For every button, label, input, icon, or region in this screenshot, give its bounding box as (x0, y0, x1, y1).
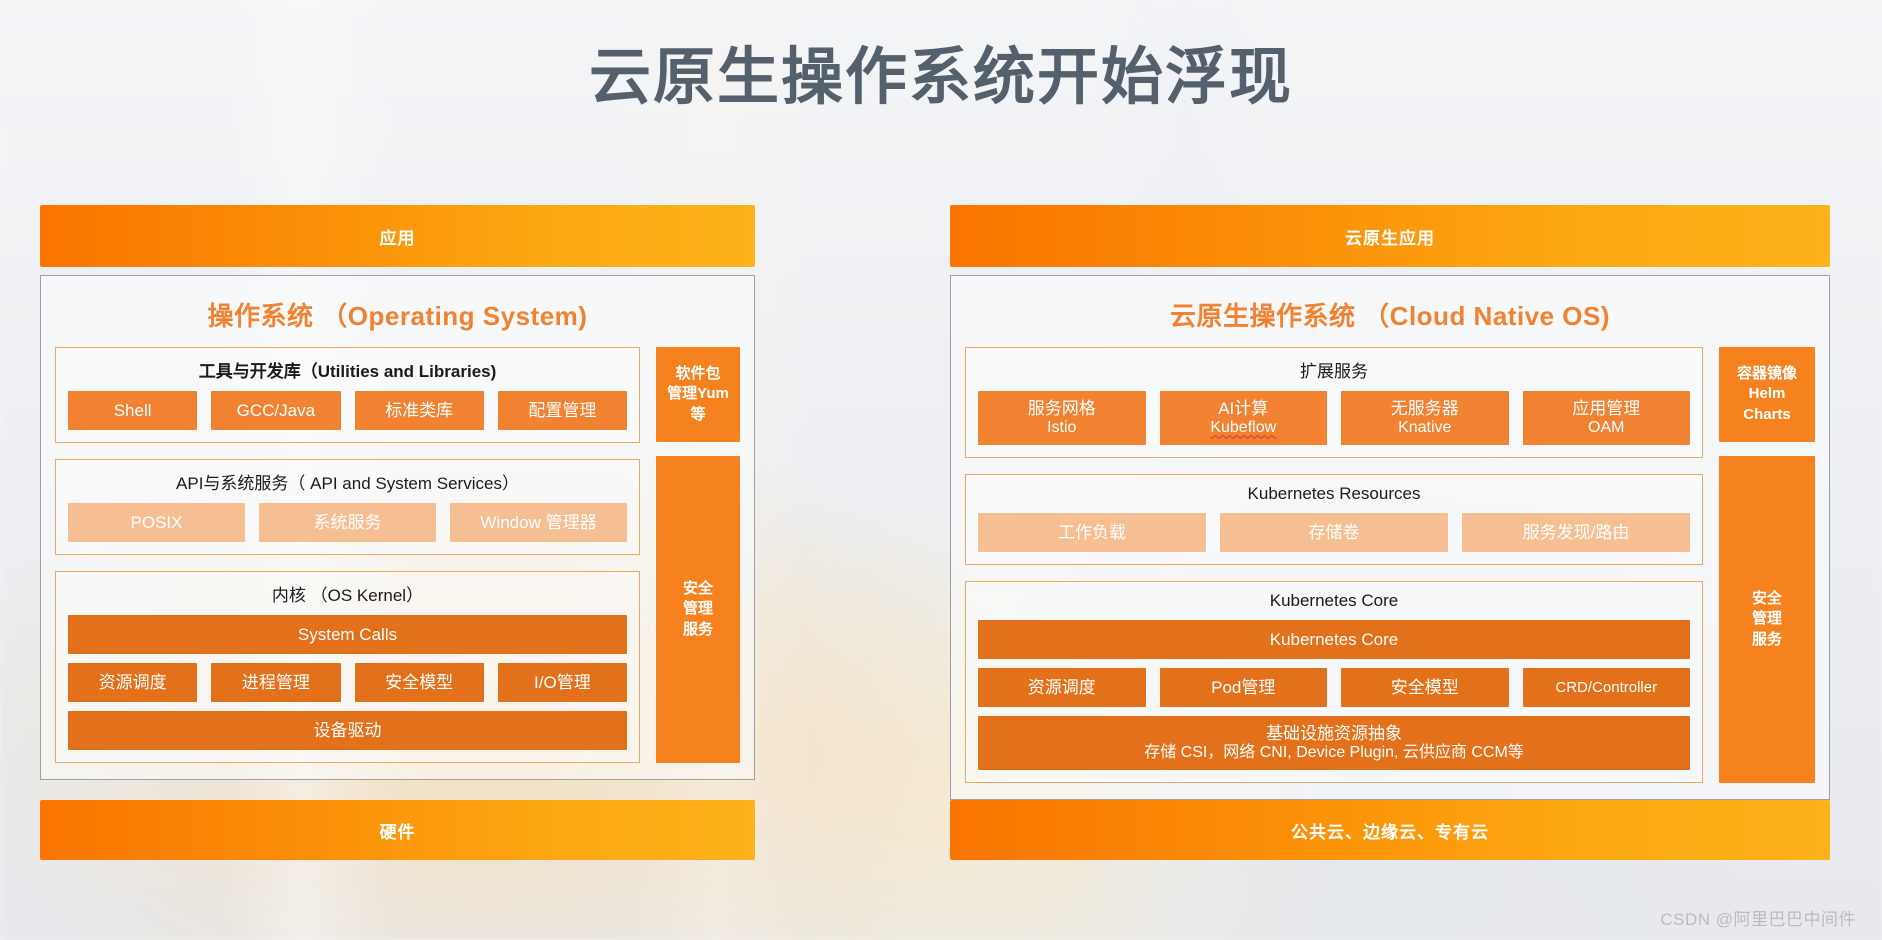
service-mesh-line-1: 服务网格 (1027, 399, 1096, 419)
chip-infrastructure-abstraction[interactable]: 基础设施资源抽象 存储 CSI，网络 CNI, Device Plugin, 云… (978, 716, 1690, 770)
slide-page: 云原生操作系统开始浮现 应用 操作系统 （Operating System) 工… (0, 0, 1882, 940)
left-panel: 应用 操作系统 （Operating System) 工具与开发库（Utilit… (40, 205, 755, 780)
chip-workloads[interactable]: 工作负载 (978, 513, 1206, 552)
container-image-line-3: Charts (1743, 405, 1791, 423)
package-line-1: 软件包 (675, 365, 721, 383)
side-box-security-management-right[interactable]: 安全 管理 服务 (1719, 456, 1815, 783)
chip-system-calls[interactable]: System Calls (68, 615, 627, 654)
chip-kubernetes-core[interactable]: Kubernetes Core (978, 620, 1690, 659)
chip-shell[interactable]: Shell (68, 391, 198, 430)
security-right-line-3: 服务 (1751, 630, 1782, 648)
chip-io-management[interactable]: I/O管理 (497, 663, 627, 702)
chip-config-management[interactable]: 配置管理 (497, 391, 627, 430)
group-utilities-row: Shell GCC/Java 标准类库 配置管理 (68, 391, 627, 430)
left-side-column: 软件包 管理Yum 等 安全 管理 服务 (656, 347, 740, 763)
left-os-title: 操作系统 （Operating System) (207, 301, 588, 331)
security-right-line-1: 安全 (1751, 590, 1782, 608)
kernel-row-drivers: 设备驱动 (68, 711, 627, 750)
chip-pod-management[interactable]: Pod管理 (1159, 668, 1327, 707)
chip-resource-scheduling[interactable]: 资源调度 (68, 663, 198, 702)
group-extension-services-title: 扩展服务 (1300, 362, 1368, 381)
group-os-kernel-title: 内核 （OS Kernel） (271, 586, 424, 605)
group-extension-services-row: 服务网格 Istio AI计算 Kubeflow 无服务器 Knative 应用… (978, 391, 1690, 445)
left-os-box: 操作系统 （Operating System) 工具与开发库（Utilities… (40, 275, 755, 780)
app-management-line-2: OAM (1588, 418, 1625, 436)
side-box-container-image[interactable]: 容器镜像 Helm Charts (1719, 347, 1815, 442)
chip-app-management[interactable]: 应用管理 OAM (1522, 391, 1690, 445)
group-utilities-title: 工具与开发库（Utilities and Libraries) (198, 362, 497, 381)
right-os-main: 扩展服务 服务网格 Istio AI计算 Kubeflow 无服务器 Knati… (965, 347, 1703, 783)
right-top-bar: 云原生应用 (950, 205, 1830, 267)
security-line-3: 服务 (682, 620, 713, 638)
kernel-row-modules: 资源调度 进程管理 安全模型 I/O管理 (68, 663, 627, 702)
group-kubernetes-core-title: Kubernetes Core (1269, 591, 1399, 610)
infra-line-1: 基础设施资源抽象 (1266, 724, 1402, 744)
infra-line-2: 存储 CSI，网络 CNI, Device Plugin, 云供应商 CCM等 (1144, 743, 1524, 761)
k8s-core-row-main: Kubernetes Core (978, 620, 1690, 659)
group-utilities: 工具与开发库（Utilities and Libraries) Shell GC… (55, 347, 640, 443)
chip-gcc-java[interactable]: GCC/Java (211, 391, 341, 430)
left-top-bar: 应用 (40, 205, 755, 267)
ai-computing-line-2: Kubeflow (1210, 418, 1277, 436)
chip-window-manager[interactable]: Window 管理器 (450, 503, 627, 542)
right-bottom-bar: 公共云、边缘云、专有云 (950, 800, 1830, 860)
chip-storage-volume[interactable]: 存储卷 (1220, 513, 1448, 552)
kernel-row-syscalls: System Calls (68, 615, 627, 654)
service-mesh-line-2: Istio (1047, 418, 1077, 436)
group-api-services-row: POSIX 系统服务 Window 管理器 (68, 503, 627, 542)
chip-device-driver[interactable]: 设备驱动 (68, 711, 627, 750)
left-os-main: 工具与开发库（Utilities and Libraries) Shell GC… (55, 347, 640, 763)
k8s-core-row-modules: 资源调度 Pod管理 安全模型 CRD/Controller (978, 668, 1690, 707)
chip-crd-controller[interactable]: CRD/Controller (1522, 668, 1690, 707)
chip-service-discovery-routing[interactable]: 服务发现/路由 (1462, 513, 1690, 552)
left-bottom-bar: 硬件 (40, 800, 755, 860)
chip-serverless[interactable]: 无服务器 Knative (1341, 391, 1509, 445)
serverless-line-1: 无服务器 (1390, 399, 1459, 419)
chip-ai-computing[interactable]: AI计算 Kubeflow (1159, 391, 1327, 445)
group-kubernetes-resources-row: 工作负载 存储卷 服务发现/路由 (978, 513, 1690, 552)
app-management-line-1: 应用管理 (1572, 399, 1641, 419)
container-image-line-2: Helm (1748, 385, 1786, 403)
package-line-2: 管理Yum (667, 385, 729, 403)
right-side-column: 容器镜像 Helm Charts 安全 管理 服务 (1719, 347, 1815, 783)
chip-process-management[interactable]: 进程管理 (211, 663, 341, 702)
chip-security-model[interactable]: 安全模型 (354, 663, 484, 702)
watermark: CSDN @阿里巴巴中间件 (1660, 910, 1856, 929)
k8s-core-row-infra: 基础设施资源抽象 存储 CSI，网络 CNI, Device Plugin, 云… (978, 716, 1690, 770)
ai-computing-line-1: AI计算 (1218, 399, 1269, 419)
security-right-line-2: 管理 (1751, 610, 1782, 628)
group-kubernetes-core: Kubernetes Core Kubernetes Core 资源调度 Pod… (965, 581, 1703, 783)
group-api-services-title: API与系统服务（ API and System Services） (176, 474, 519, 493)
group-kubernetes-resources: Kubernetes Resources 工作负载 存储卷 服务发现/路由 (965, 474, 1703, 565)
chip-k8s-security-model[interactable]: 安全模型 (1341, 668, 1509, 707)
package-line-3: 等 (690, 405, 706, 423)
group-kubernetes-resources-title: Kubernetes Resources (1247, 484, 1421, 503)
group-api-services: API与系统服务（ API and System Services） POSIX… (55, 459, 640, 555)
chip-k8s-resource-scheduling[interactable]: 资源调度 (978, 668, 1146, 707)
side-box-package-management[interactable]: 软件包 管理Yum 等 (656, 347, 740, 442)
chip-service-mesh[interactable]: 服务网格 Istio (978, 391, 1146, 445)
security-line-1: 安全 (682, 580, 713, 598)
chip-system-services[interactable]: 系统服务 (259, 503, 436, 542)
page-title: 云原生操作系统开始浮现 (588, 43, 1293, 112)
right-os-body: 扩展服务 服务网格 Istio AI计算 Kubeflow 无服务器 Knati… (965, 347, 1815, 783)
right-os-title: 云原生操作系统 （Cloud Native OS) (1169, 301, 1611, 331)
left-os-body: 工具与开发库（Utilities and Libraries) Shell GC… (55, 347, 740, 763)
serverless-line-2: Knative (1398, 418, 1452, 436)
container-image-line-1: 容器镜像 (1736, 365, 1797, 383)
side-box-security-management[interactable]: 安全 管理 服务 (656, 456, 740, 763)
group-os-kernel: 内核 （OS Kernel） System Calls 资源调度 进程管理 安全… (55, 571, 640, 763)
group-extension-services: 扩展服务 服务网格 Istio AI计算 Kubeflow 无服务器 Knati… (965, 347, 1703, 458)
right-os-box: 云原生操作系统 （Cloud Native OS) 扩展服务 服务网格 Isti… (950, 275, 1830, 800)
right-panel: 云原生应用 云原生操作系统 （Cloud Native OS) 扩展服务 服务网… (950, 205, 1830, 800)
chip-posix[interactable]: POSIX (68, 503, 245, 542)
chip-standard-library[interactable]: 标准类库 (354, 391, 484, 430)
security-line-2: 管理 (682, 600, 713, 618)
